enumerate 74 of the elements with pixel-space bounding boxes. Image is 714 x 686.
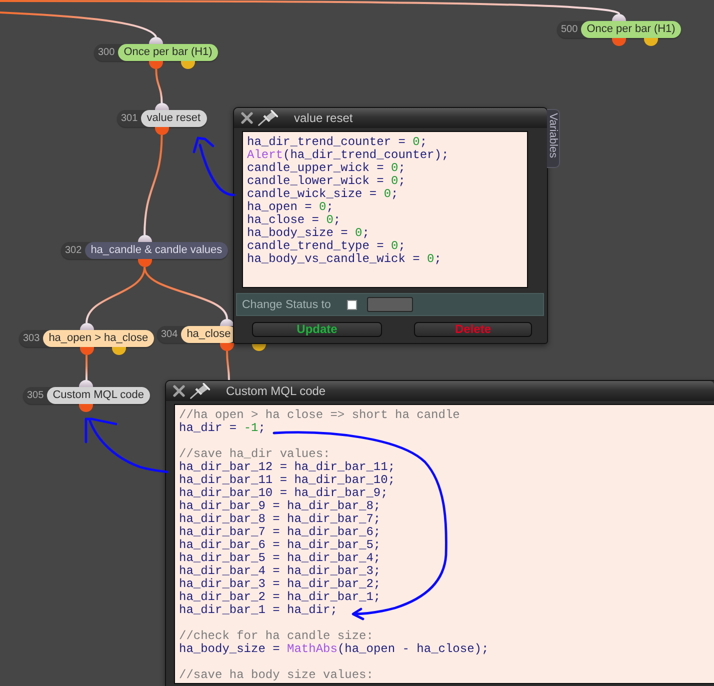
window-title: value reset: [294, 111, 353, 125]
code-line: ha_dir_bar_7 = ha_dir_bar_6;: [179, 526, 381, 539]
close-icon[interactable]: [241, 112, 253, 124]
output-port-icon[interactable]: [112, 347, 126, 355]
node-number: 305: [26, 389, 45, 403]
node-number: 304: [160, 328, 179, 342]
flow-node[interactable]: 301 value reset: [117, 110, 206, 127]
code-line: ha_dir_bar_6 = ha_dir_bar_5;: [179, 539, 381, 552]
code-line: ha_dir_bar_5 = ha_dir_bar_4;: [179, 552, 381, 565]
code-line: ha_open = 0;: [247, 201, 334, 214]
code-line: ha_dir_bar_11 = ha_dir_bar_10;: [179, 474, 396, 487]
input-port-icon[interactable]: [154, 103, 169, 110]
code-line: ha_dir = -1;: [179, 422, 266, 435]
code-line: ha_dir_bar_1 = ha_dir;: [179, 604, 338, 617]
connection-wire: [86, 266, 146, 324]
code-line: candle_trend_type = 0;: [247, 240, 406, 253]
code-line: ha_dir_bar_9 = ha_dir_bar_8;: [179, 500, 381, 513]
code-line: ha_close = 0;: [247, 214, 341, 227]
update-button[interactable]: Update: [252, 322, 382, 337]
code-line: ha_dir_bar_3 = ha_dir_bar_2;: [179, 578, 381, 591]
code-line: ha_dir_bar_10 = ha_dir_bar_9;: [179, 487, 388, 500]
code-line: candle_upper_wick = 0;: [247, 162, 406, 175]
node-number: 301: [120, 112, 139, 126]
input-port-icon[interactable]: [612, 14, 626, 21]
flow-node[interactable]: 303 ha_open > ha_close: [19, 330, 154, 347]
status-label: Change Status to: [242, 298, 331, 310]
code-line: ha_body_size = MathAbs(ha_open - ha_close);: [179, 643, 489, 656]
input-port-icon[interactable]: [79, 380, 94, 387]
flow-node[interactable]: 302 ha_candle & candle values: [61, 242, 228, 259]
code-line: ha_dir_trend_counter = 0;: [247, 136, 428, 149]
pushpin-icon[interactable]: [258, 110, 278, 126]
annotation-arrow: [192, 136, 236, 196]
code-editor[interactable]: [242, 131, 528, 288]
status-checkbox[interactable]: [346, 300, 357, 310]
window-title: Custom MQL code: [226, 384, 326, 398]
node-label: Custom MQL code: [46, 387, 150, 404]
side-tab[interactable]: Variables: [547, 109, 560, 168]
code-line: ha_body_size = 0;: [247, 227, 370, 240]
output-port-icon[interactable]: [181, 61, 196, 69]
code-line: ha_dir_bar_2 = ha_dir_bar_1;: [179, 591, 381, 604]
input-port-icon[interactable]: [138, 235, 152, 242]
code-line: candle_lower_wick = 0;: [247, 175, 406, 188]
node-label: ha_open > ha_close: [42, 330, 154, 347]
code-line: Alert(ha_dir_trend_counter);: [247, 149, 449, 162]
node-number: 500: [560, 23, 579, 37]
code-comment: //save ha_dir values:: [179, 448, 330, 461]
code-line: ha_dir_bar_12 = ha_dir_bar_11;: [179, 461, 396, 474]
node-number: 302: [64, 244, 83, 258]
connection-wire: [85, 355, 88, 380]
connection-wire: [155, 68, 163, 104]
flow-node[interactable]: 300 Once per bar (H1): [94, 44, 218, 61]
flow-node[interactable]: 500 Once per bar (H1): [557, 21, 682, 38]
close-icon[interactable]: [173, 385, 185, 397]
code-comment: //save ha body size values:: [179, 669, 374, 682]
connection-wire: [226, 350, 230, 382]
status-input-field[interactable]: [366, 297, 413, 312]
pushpin-icon[interactable]: [190, 383, 210, 399]
input-port-icon[interactable]: [80, 323, 94, 330]
code-line: ha_dir_bar_8 = ha_dir_bar_7;: [179, 513, 381, 526]
flow-node[interactable]: 305 Custom MQL code: [23, 387, 150, 404]
input-port-icon[interactable]: [220, 319, 234, 326]
node-label: value reset: [140, 110, 206, 127]
input-port-icon[interactable]: [149, 37, 164, 44]
node-label: ha_candle & candle values: [84, 242, 228, 259]
code-comment: //ha open > ha close => short ha candle: [179, 409, 460, 422]
code-line: candle_wick_size = 0;: [247, 188, 398, 201]
code-line: ha_body_vs_candle_wick = 0;: [247, 253, 442, 266]
code-comment: //check for ha candle size:: [179, 630, 374, 643]
node-label: Once per bar (H1): [580, 21, 682, 38]
node-label: Once per bar (H1): [118, 44, 218, 61]
code-line: ha_dir_bar_4 = ha_dir_bar_3;: [179, 565, 381, 578]
output-port-icon[interactable]: [644, 38, 658, 46]
node-number: 303: [22, 332, 41, 346]
node-number: 300: [97, 46, 116, 60]
